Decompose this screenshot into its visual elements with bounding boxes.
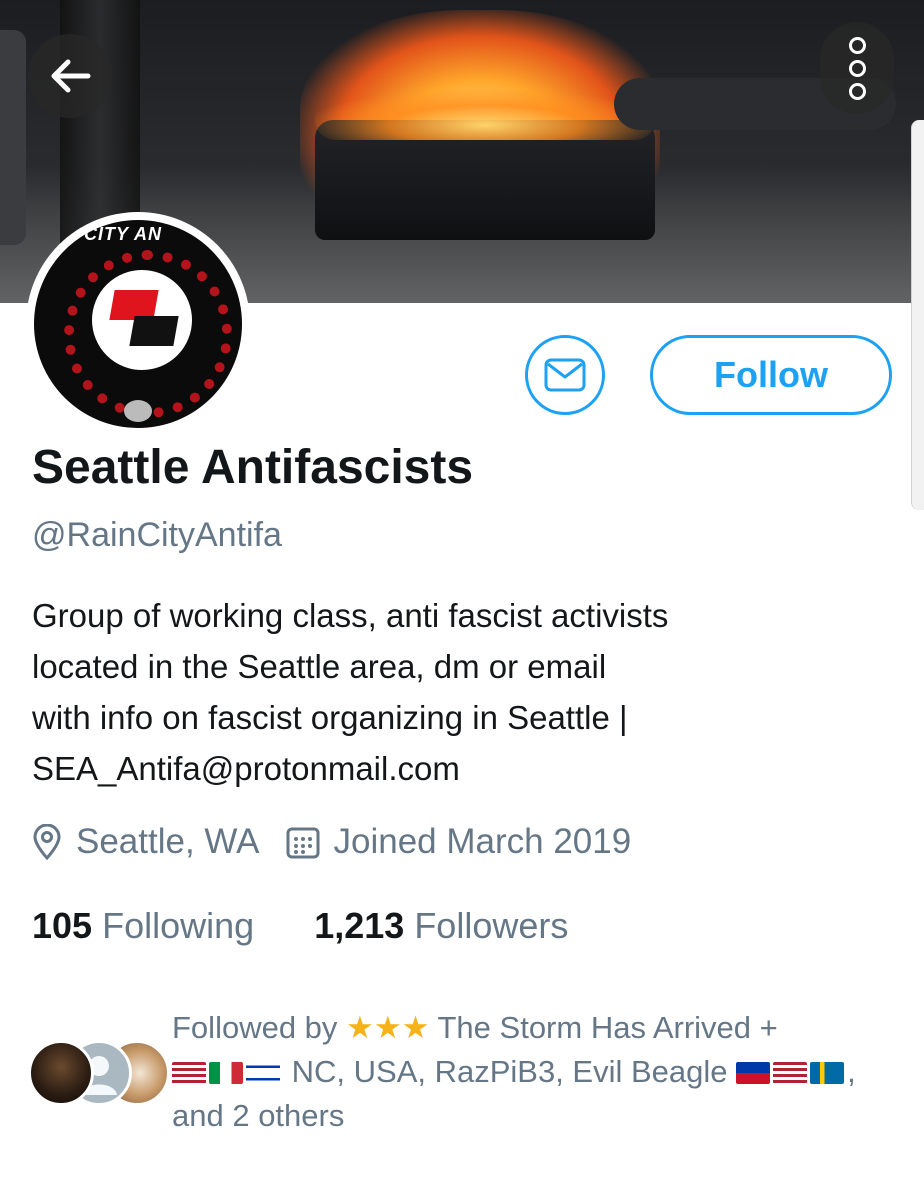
followed-by-text[interactable]: Followed by ★★★ The Storm Has Arrived + … [172,1006,892,1138]
scrollbar[interactable] [911,120,924,510]
avatar[interactable]: CITY AN [26,212,250,436]
follower-suffix: + [759,1010,778,1045]
avatar-text: CITY AN [84,224,163,244]
more-vertical-icon [848,36,866,54]
location-pin-icon [32,824,62,860]
location: Seattle, WA [76,822,260,861]
us-flag-icon [773,1062,808,1084]
bio-line: Group of working class, anti fascist act… [32,597,669,634]
sweden-flag-icon [810,1062,845,1084]
follower-names: NC, USA, RazPiB3, Evil Beagle [291,1054,728,1089]
star-icon: ★ [346,1010,374,1045]
following-label: Following [102,905,255,946]
israel-flag-icon [246,1062,280,1084]
follow-stats: 105 Following 1,213 Followers [32,905,568,947]
followers-label: Followers [414,905,569,946]
banner-edge [0,30,26,245]
us-flag-icon [172,1062,206,1084]
followers-count: 1,213 [314,905,405,946]
followed-by-prefix: Followed by [172,1010,338,1045]
avatar [28,1040,94,1106]
following-count: 105 [32,905,93,946]
banner-car [315,90,655,240]
followed-by-avatars[interactable] [28,1040,170,1106]
follow-button[interactable]: Follow [650,335,892,415]
back-button[interactable] [28,34,112,118]
italy-flag-icon [209,1062,243,1084]
others-count: and 2 others [172,1098,345,1133]
following-link[interactable]: 105 Following [32,905,254,946]
bio-line: located in the Seattle area, dm or email [32,648,607,685]
calendar-icon [286,825,320,859]
follower-name: The Storm Has Arrived [437,1010,752,1045]
three-arrows-icon [124,400,152,422]
handle: @RainCityAntifa [32,516,282,554]
message-button[interactable] [525,335,605,415]
bio: Group of working class, anti fascist act… [32,590,892,794]
black-flag-icon [129,316,179,346]
display-name: Seattle Antifascists [32,441,474,494]
star-icon: ★ [401,1010,430,1045]
philippines-flag-icon [736,1062,771,1084]
more-options-button[interactable] [820,22,894,114]
followers-link[interactable]: 1,213 Followers [314,905,568,946]
join-date: Joined March 2019 [333,822,632,861]
profile-meta: Seattle, WA Joined March 2019 [32,822,631,862]
avatar-image: CITY AN [34,220,242,428]
arrow-left-icon [51,59,91,93]
star-icon: ★ [373,1010,402,1045]
envelope-icon [544,358,586,392]
bio-email-link[interactable]: SEA_Antifa@protonmail.com [32,743,892,794]
bio-line: with info on fascist organizing in Seatt… [32,699,628,736]
